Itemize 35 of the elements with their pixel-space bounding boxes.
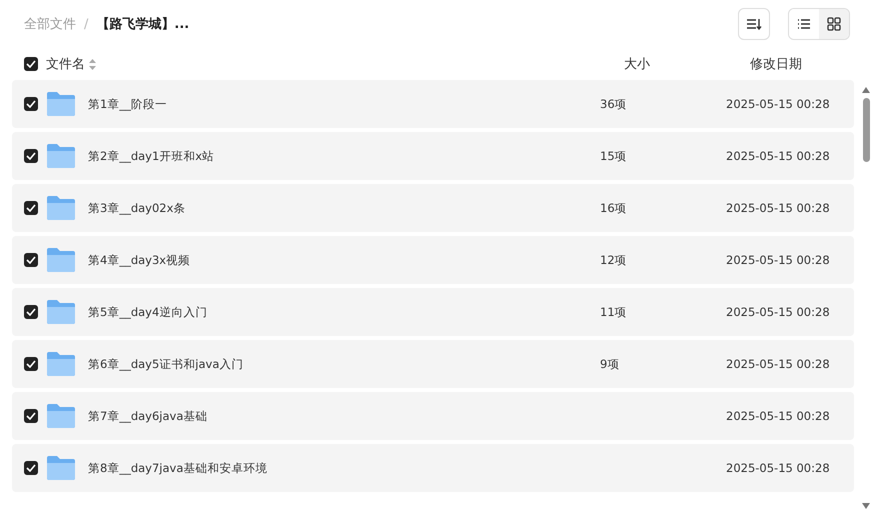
file-row[interactable]: 第4章__day3x视频 12项 2025-05-15 00:28 [12,236,854,284]
modified-date: 2025-05-15 00:28 [726,305,831,319]
item-count: 11项 [600,304,627,318]
file-row[interactable]: 第8章__day7java基础和安卓环境 2025-05-15 00:28 [12,444,854,492]
file-name: 第3章__day02x条 [88,200,186,216]
column-header[interactable]: 大小 [624,55,750,73]
file-row[interactable]: 第1章__阶段一 36项 2025-05-15 00:28 [12,80,854,128]
item-count: 36项 [600,96,627,110]
modified-date: 2025-05-15 00:28 [726,201,831,215]
modified-date: 2025-05-15 00:28 [726,409,831,423]
item-count: 12项 [600,252,627,266]
modified-date: 2025-05-15 00:28 [726,253,831,267]
breadcrumb-separator: / [84,16,88,32]
column-header[interactable]: 文件名 [46,55,85,73]
file-name: 第4章__day3x视频 [88,252,192,268]
file-name: 第6章__day5证书和java入门 [88,356,244,372]
file-row[interactable]: 第5章__day4逆向入门 11项 2025-05-15 00:28 [12,288,854,336]
item-count: 15项 [600,148,627,162]
modified-date: 2025-05-15 00:28 [726,97,831,111]
modified-date: 2025-05-15 00:28 [726,461,831,475]
file-row[interactable]: 第6章__day5证书和java入门 9项 2025-05-15 00:28 [12,340,854,388]
file-name: 第1章__阶段一 [88,96,168,112]
item-count: 9项 [600,356,620,370]
file-row[interactable]: 第2章__day1开班和x站 15项 2025-05-15 00:28 [12,132,854,180]
file-row[interactable]: 第7章__day6java基础 2025-05-15 00:28 [12,392,854,440]
column-header[interactable]: 修改日期 [750,55,850,73]
file-name: 第7章__day6java基础 [88,408,208,424]
file-name: 第5章__day4逆向入门 [88,304,208,320]
file-name: 第8章__day7java基础和安卓环境 [88,460,268,476]
file-row[interactable]: 第3章__day02x条 16项 2025-05-15 00:28 [12,184,854,232]
breadcrumb-item: 【路飞学城】... [96,16,190,33]
item-count: 16项 [600,200,627,214]
modified-date: 2025-05-15 00:28 [726,357,831,371]
modified-date: 2025-05-15 00:28 [726,149,831,163]
file-name: 第2章__day1开班和x站 [88,148,216,164]
